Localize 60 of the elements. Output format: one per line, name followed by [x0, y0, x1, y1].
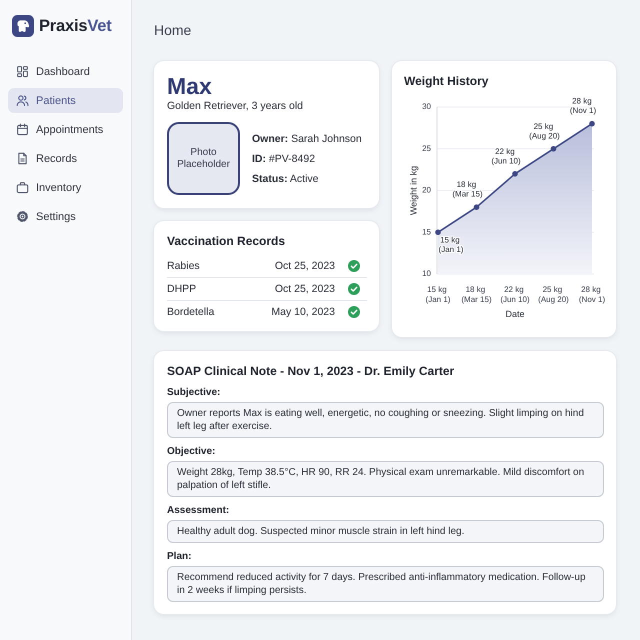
data-label: 28 kg (Nov 1)	[570, 96, 596, 116]
section-label: Plan:	[167, 550, 192, 563]
x-tick-label: 18 kg (Mar 15)	[461, 285, 492, 304]
section-label: Objective:	[167, 445, 216, 458]
patient-description: Golden Retriever, 3 years old	[167, 99, 304, 113]
patient-name: Max	[167, 73, 213, 99]
nav-item[interactable]: Appointments	[8, 117, 123, 142]
vaccine-date: May 10, 2023	[271, 306, 335, 318]
x-axis-title: Date	[506, 309, 524, 319]
patient-detail: Owner: Sarah Johnson	[252, 132, 362, 146]
data-label: 25 kg (Aug 20)	[529, 122, 560, 140]
note-field[interactable]: Healthy adult dog. Suspected minor muscle strain in left hind leg.	[167, 520, 604, 543]
y-tick-label: 10	[422, 269, 431, 278]
vaccine-name: Bordetella	[167, 306, 216, 318]
note-field[interactable]: Weight 28kg, Temp 38.5°C, HR 90, RR 24. Physical exam unremarkable. Mild discomfort on palpation of left stifle.	[167, 461, 604, 497]
section-label: Subjective:	[167, 386, 222, 399]
vaccine-name: DHPP	[167, 283, 198, 295]
users-icon	[16, 94, 29, 107]
nav-item[interactable]: Settings	[8, 204, 123, 229]
y-tick-label: 15	[422, 227, 431, 236]
card-title: Vaccination Records	[167, 233, 286, 249]
document-icon	[16, 152, 29, 165]
data-point	[512, 171, 518, 177]
vaccine-date: Oct 25, 2023	[274, 260, 335, 272]
page-title: Home	[154, 21, 192, 39]
note-field[interactable]: Owner reports Max is eating well, energetic, no coughing or sneezing. Slight limping on hind left leg after exercise.	[167, 402, 604, 438]
nav-item[interactable]: Patients	[8, 88, 123, 113]
brand-name: PraxisVet	[39, 16, 112, 36]
section-label: Assessment:	[167, 504, 230, 517]
y-tick-label: 25	[422, 144, 431, 153]
data-point	[474, 204, 480, 210]
data-point	[435, 229, 441, 236]
photo-caption: Photo Placeholder	[176, 146, 231, 170]
x-tick-label: 15 kg (Jan 1)	[426, 285, 450, 304]
nav-item[interactable]: Inventory	[8, 175, 123, 200]
y-axis-title: Weight in kg	[408, 166, 418, 216]
patient-detail: ID: #PV-8492	[252, 152, 316, 166]
data-label: 18 kg (Mar 15)	[452, 180, 483, 199]
y-tick-label: 20	[422, 186, 431, 195]
nav-item[interactable]: Dashboard	[8, 59, 123, 84]
y-tick-label: 30	[422, 102, 431, 112]
x-tick-label: 22 kg (Jun 10)	[500, 285, 530, 304]
note-field[interactable]: Recommend reduced activity for 7 days. Prescribed anti-inflammatory medication. Follow-up in 2 weeks if limping persists.	[167, 566, 604, 602]
vaccine-name: Rabies	[167, 260, 201, 272]
x-tick-label: 28 kg (Nov 1)	[578, 285, 606, 304]
data-label: 15 kg (Jan 1)	[438, 235, 464, 254]
dashboard-icon	[16, 65, 29, 78]
nav-item[interactable]: Records	[8, 146, 123, 171]
data-point	[550, 146, 556, 152]
calendar-icon	[16, 123, 29, 136]
settings-icon	[16, 210, 29, 223]
data-label: 22 kg (Jun 10)	[491, 146, 521, 166]
patient-detail: Status: Active	[252, 172, 320, 186]
card-title: Weight History	[404, 73, 490, 89]
logo-icon	[12, 15, 34, 37]
card-title: SOAP Clinical Note - Nov 1, 2023 - Dr. Emily Carter	[167, 363, 456, 379]
briefcase-icon	[16, 181, 29, 194]
data-point	[589, 120, 595, 126]
x-tick-label: 25 kg (Aug 20)	[538, 285, 569, 304]
vaccine-date: Oct 25, 2023	[274, 283, 335, 295]
